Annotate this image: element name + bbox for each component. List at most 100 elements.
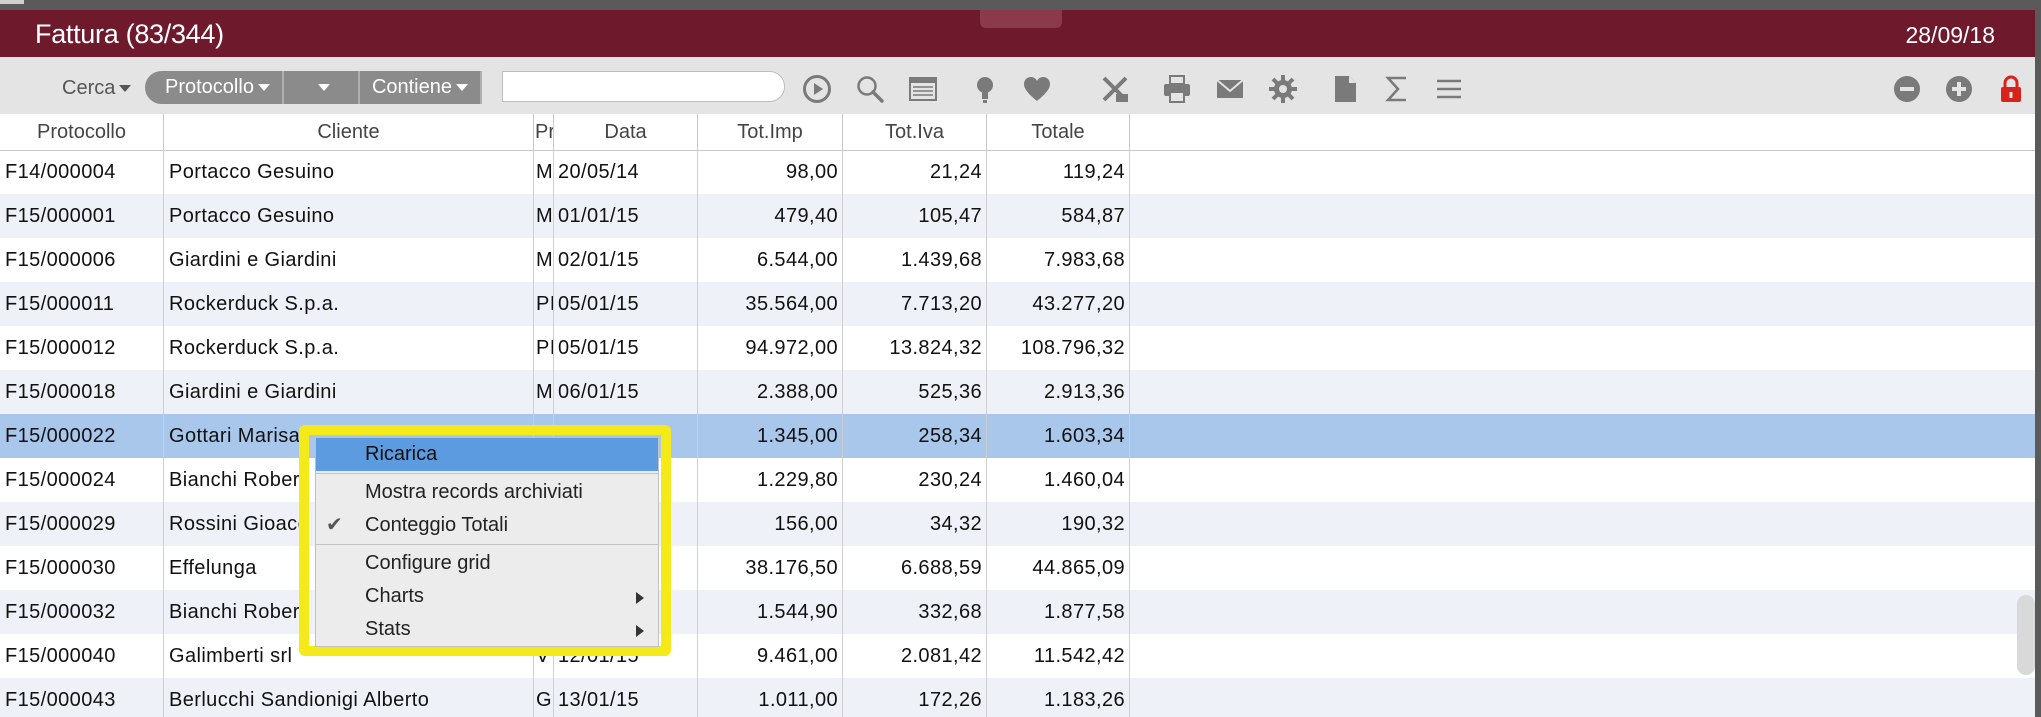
menu-item-conteggio-totali[interactable]: ✔ Conteggio Totali — [316, 509, 658, 542]
column-header-pr[interactable]: Pr — [534, 114, 554, 150]
search-menu-label: Cerca — [62, 77, 116, 99]
menu-icon[interactable] — [1434, 74, 1464, 104]
search-filter-bar: Protocollo Contiene — [145, 71, 482, 104]
play-circle-icon[interactable] — [802, 74, 832, 104]
toolbar: Cerca Protocollo Contiene — [0, 57, 2035, 115]
column-header-totale[interactable]: Totale — [987, 114, 1130, 150]
table-row[interactable]: F15/000043 Berlucchi Sandionigi Alberto … — [0, 678, 2035, 717]
list-icon[interactable] — [908, 74, 938, 104]
column-header-tot-iva[interactable]: Tot.Iva — [843, 114, 987, 150]
cell-tot-iva: 1.439,68 — [843, 238, 987, 282]
table-row[interactable]: F15/000012 Rockerduck S.p.a. PI 05/01/15… — [0, 326, 2035, 370]
table-row[interactable]: F15/000018 Giardini e Giardini M 06/01/1… — [0, 370, 2035, 414]
column-header-tot-imp[interactable]: Tot.Imp — [698, 114, 843, 150]
cell-cliente: Giardini e Giardini — [164, 238, 534, 282]
cell-protocollo: F14/000004 — [0, 150, 164, 194]
cell-pr: M — [534, 194, 554, 238]
menu-item-stats[interactable]: Stats — [316, 613, 658, 646]
table-row[interactable]: F15/000006 Giardini e Giardini M 02/01/1… — [0, 238, 2035, 282]
mail-icon[interactable] — [1215, 74, 1245, 104]
submenu-arrow-icon — [636, 592, 644, 604]
cell-cliente: Rockerduck S.p.a. — [164, 326, 534, 370]
cell-totale: 11.542,42 — [987, 634, 1130, 678]
menu-item-label: Configure grid — [365, 552, 491, 574]
cell-protocollo: F15/000022 — [0, 414, 164, 458]
menu-divider — [316, 473, 658, 474]
cell-data: 20/05/14 — [554, 150, 698, 194]
cell-pr: M — [534, 238, 554, 282]
lock-icon[interactable] — [1996, 74, 2026, 104]
cell-protocollo: F15/000018 — [0, 370, 164, 414]
column-header-data[interactable]: Data — [554, 114, 698, 150]
cell-pr: PI — [534, 282, 554, 326]
column-header-cliente[interactable]: Cliente — [164, 114, 534, 150]
cell-totale: 584,87 — [987, 194, 1130, 238]
cell-cliente: Portacco Gesuino — [164, 150, 534, 194]
search-menu-button[interactable]: Cerca — [62, 77, 132, 100]
menu-item-ricarica[interactable]: Ricarica — [316, 438, 658, 471]
cell-data: 05/01/15 — [554, 282, 698, 326]
minus-circle-icon[interactable] — [1892, 74, 1922, 104]
window-date: 28/09/18 — [1905, 22, 1995, 48]
search-icon[interactable] — [855, 74, 885, 104]
menu-item-label: Conteggio Totali — [365, 514, 509, 536]
cell-data: 06/01/15 — [554, 370, 698, 414]
bulb-icon[interactable] — [970, 74, 1000, 104]
plus-circle-icon[interactable] — [1944, 74, 1974, 104]
window-frame: Fattura (83/344) 28/09/18 Cerca Protocol… — [0, 10, 2035, 717]
table-row[interactable]: F14/000004 Portacco Gesuino M 20/05/14 9… — [0, 150, 2035, 194]
menu-item-configure-grid[interactable]: Configure grid — [316, 547, 658, 580]
secondary-filter-dropdown[interactable] — [284, 71, 360, 104]
cell-totale: 44.865,09 — [987, 546, 1130, 590]
cell-tot-iva: 172,26 — [843, 678, 987, 717]
cell-protocollo: F15/000001 — [0, 194, 164, 238]
cell-tot-iva: 7.713,20 — [843, 282, 987, 326]
cell-tot-iva: 2.081,42 — [843, 634, 987, 678]
column-header-protocollo[interactable]: Protocollo — [0, 114, 164, 150]
cell-cliente: Giardini e Giardini — [164, 370, 534, 414]
cell-protocollo: F15/000012 — [0, 326, 164, 370]
cell-protocollo: F15/000040 — [0, 634, 164, 678]
excel-icon[interactable] — [1100, 74, 1130, 104]
title-bar-grip[interactable] — [980, 10, 1062, 28]
cell-tot-iva: 13.824,32 — [843, 326, 987, 370]
gear-icon[interactable] — [1268, 74, 1298, 104]
cell-tot-iva: 525,36 — [843, 370, 987, 414]
field-filter-dropdown[interactable]: Protocollo — [145, 71, 284, 104]
cell-tot-iva: 34,32 — [843, 502, 987, 546]
grid-header: Protocollo Cliente Pr Data Tot.Imp Tot.I… — [0, 114, 2035, 151]
checkmark-icon: ✔ — [326, 514, 343, 536]
sigma-icon[interactable] — [1382, 74, 1412, 104]
menu-item-label: Charts — [365, 585, 424, 607]
operator-filter-label: Contiene — [371, 76, 452, 98]
operator-filter-dropdown[interactable]: Contiene — [360, 71, 482, 104]
cell-tot-iva: 21,24 — [843, 150, 987, 194]
cell-protocollo: F15/000006 — [0, 238, 164, 282]
table-row[interactable]: F15/000011 Rockerduck S.p.a. PI 05/01/15… — [0, 282, 2035, 326]
heart-icon[interactable] — [1022, 74, 1052, 104]
menu-item-charts[interactable]: Charts — [316, 580, 658, 613]
cell-cliente: Berlucchi Sandionigi Alberto — [164, 678, 534, 717]
vertical-scrollbar[interactable] — [2017, 595, 2035, 675]
cell-protocollo: F15/000029 — [0, 502, 164, 546]
print-icon[interactable] — [1162, 74, 1192, 104]
cell-cliente: Rockerduck S.p.a. — [164, 282, 534, 326]
field-filter-label: Protocollo — [165, 76, 254, 98]
cell-totale: 1.183,26 — [987, 678, 1130, 717]
cell-data: 13/01/15 — [554, 678, 698, 717]
cell-cliente: Portacco Gesuino — [164, 194, 534, 238]
cell-totale: 1.603,34 — [987, 414, 1130, 458]
table-row[interactable]: F15/000001 Portacco Gesuino M 01/01/15 4… — [0, 194, 2035, 238]
window-title: Fattura (83/344) — [35, 19, 224, 49]
cell-pr: PI — [534, 326, 554, 370]
document-icon[interactable] — [1330, 74, 1360, 104]
menu-divider — [316, 544, 658, 545]
cell-protocollo: F15/000032 — [0, 590, 164, 634]
cell-data: 01/01/15 — [554, 194, 698, 238]
menu-item-mostra-records-archiviati[interactable]: Mostra records archiviati — [316, 476, 658, 509]
search-input[interactable] — [502, 71, 785, 102]
cell-totale: 119,24 — [987, 150, 1130, 194]
cell-protocollo: F15/000011 — [0, 282, 164, 326]
cell-totale: 1.877,58 — [987, 590, 1130, 634]
cell-data: 05/01/15 — [554, 326, 698, 370]
